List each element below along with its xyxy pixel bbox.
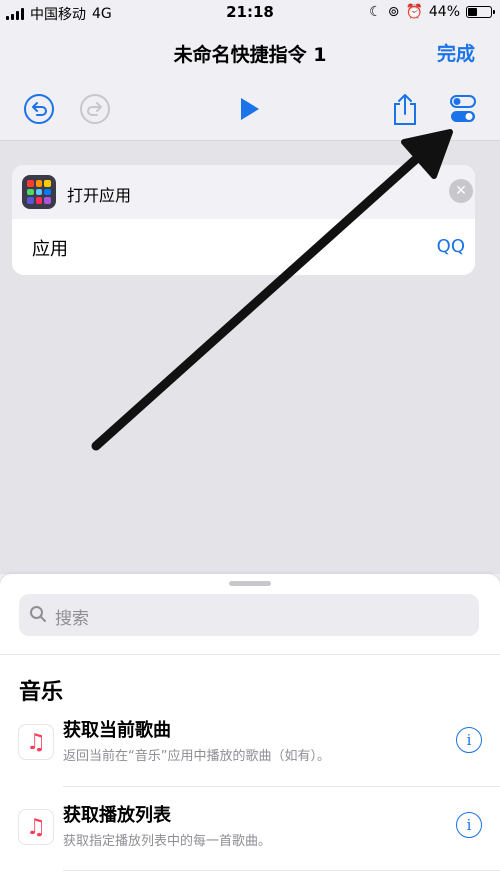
redo-icon [80, 94, 110, 124]
nav-bar: 未命名快捷指令 1 完成 [0, 26, 500, 76]
share-button[interactable] [388, 92, 422, 126]
action-description: 获取指定播放列表中的每一首歌曲。 [63, 834, 272, 849]
param-label: 应用 [32, 239, 68, 260]
action-description: 返回当前在“音乐”应用中播放的歌曲（如有）。 [63, 749, 330, 764]
action-name: 获取播放列表 [63, 805, 171, 826]
open-app-action-card[interactable]: 打开应用 ✕ 应用 QQ [12, 165, 475, 275]
row-divider [63, 870, 500, 871]
sheet-divider [0, 654, 500, 655]
close-icon: ✕ [455, 183, 467, 199]
battery-icon [466, 6, 495, 18]
list-item[interactable]: ♫ 获取播放列表 获取指定播放列表中的每一首歌曲。 i [0, 799, 500, 879]
status-bar: 中国移动 4G 21:18 ☾ ⊚ ⏰ 44% [0, 0, 500, 26]
action-title: 打开应用 [67, 186, 132, 205]
settings-button[interactable] [446, 92, 480, 126]
sheet-handle[interactable] [229, 581, 271, 586]
remove-action-button[interactable]: ✕ [449, 179, 473, 203]
info-icon[interactable]: i [456, 812, 482, 838]
redo-button[interactable] [78, 92, 112, 126]
done-button[interactable]: 完成 [437, 39, 475, 66]
play-icon [241, 98, 259, 120]
search-placeholder: 搜索 [55, 609, 89, 629]
music-note-icon: ♫ [18, 724, 54, 760]
action-card-header: 打开应用 ✕ [12, 165, 475, 219]
editor-toolbar [0, 80, 500, 140]
music-note-icon: ♫ [18, 809, 54, 845]
app-grid-icon [22, 175, 56, 209]
undo-icon [24, 94, 54, 124]
action-name: 获取当前歌曲 [63, 720, 171, 741]
rotation-lock-icon: ⊚ [387, 4, 400, 20]
actions-sheet: 搜索 音乐 ♫ 获取当前歌曲 返回当前在“音乐”应用中播放的歌曲（如有）。 i … [0, 574, 500, 889]
list-item[interactable]: ♫ 获取当前歌曲 返回当前在“音乐”应用中播放的歌曲（如有）。 i [0, 714, 500, 794]
play-button[interactable] [232, 92, 266, 126]
alarm-icon: ⏰ [405, 4, 423, 20]
share-icon [394, 94, 416, 125]
search-input[interactable]: 搜索 [19, 594, 479, 636]
page-title: 未命名快捷指令 1 [173, 44, 327, 66]
shortcut-editor-canvas: 打开应用 ✕ 应用 QQ [0, 141, 500, 574]
battery-percent: 44% [428, 4, 460, 20]
undo-button[interactable] [22, 92, 56, 126]
app-parameter-value[interactable]: QQ [437, 236, 465, 257]
search-icon [30, 606, 46, 622]
row-divider [63, 786, 500, 787]
settings-toggle-icon [450, 95, 476, 122]
moon-icon: ☾ [369, 4, 382, 20]
info-icon[interactable]: i [456, 727, 482, 753]
section-title: 音乐 [19, 680, 64, 705]
